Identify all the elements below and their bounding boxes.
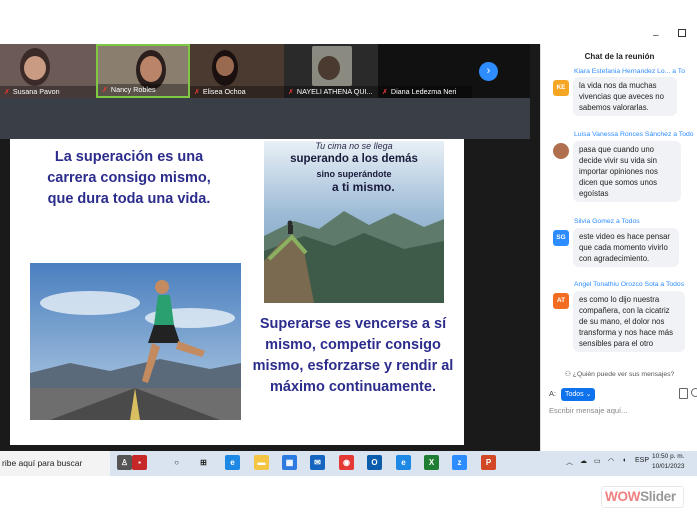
chat-sender: Kiara Estefania Hernandez Lo... a To [574,68,685,75]
participant-tile[interactable]: ✗ NAYELI ATHENA QUI... [284,44,378,98]
participant-name: Nancy Robles [110,85,156,94]
chevron-right-icon[interactable]: › [479,62,498,81]
avatar: KE [553,80,569,96]
edge-icon[interactable]: e [225,455,240,470]
chat-panel: Chat de la reunión Kiara Estefania Herna… [540,44,697,451]
participant-name: NAYELI ATHENA QUI... [296,87,373,96]
taskbar-clock[interactable]: 10:50 p. m. 10/01/2023 [652,452,685,472]
mountain-text-line3: a ti mismo. [332,180,395,194]
chat-message: la vida nos da muchas vivencias que avec… [573,77,677,116]
person-icon[interactable]: ♙ [117,455,132,470]
mail-icon[interactable]: ✉ [310,455,325,470]
shared-screen-slide: La superación es una carrera consigo mis… [10,139,464,445]
participant-tile[interactable]: ✗ Susana Pavon [0,44,96,98]
volume-icon[interactable]: ◖ [622,457,626,464]
participant-tile[interactable]: ✗ Diana Ledezma Neri [378,44,472,98]
mountain-photo: Tu cima no se llega superando a los demá… [264,141,444,303]
screen: – ✗ Susana Pavon ✗ Nancy Robles ✗ Elisea Oc… [0,0,697,522]
to-label: A: [549,389,557,398]
task-view-icon[interactable]: ○ [169,455,184,470]
participant-tile[interactable]: ✗ Elisea Ochoa [190,44,284,98]
mic-muted-icon: ✗ [194,89,200,96]
wowslider-watermark: WOWSlider [605,489,676,504]
wifi-icon[interactable]: ◠ [608,457,614,465]
store-icon[interactable]: ▦ [282,455,297,470]
widgets-icon[interactable]: ⊞ [196,455,211,470]
mountain-text-line2: sino superándote [316,169,392,179]
clock-date: 10/01/2023 [652,463,685,470]
participant-tile-active[interactable]: ✗ Nancy Robles [96,44,190,98]
chat-message: pasa que cuando uno decide vivir su vida… [573,141,681,202]
chrome-icon[interactable]: ◉ [339,455,354,470]
avatar [553,143,569,159]
minimize-icon[interactable]: – [653,30,659,41]
battery-icon[interactable]: ▭ [594,457,601,465]
tray-chevron-icon[interactable]: ︿ [566,457,573,467]
gallery-bottom-band [0,98,530,139]
folder-icon[interactable]: ▬ [254,455,269,470]
maximize-icon[interactable] [678,29,686,37]
people-icon: ⚇ [564,371,573,378]
window-titlebar: – [0,0,697,44]
cloud-icon[interactable]: ☁ [580,457,587,465]
chat-sender: Silvia Gomez a Todos [574,218,640,225]
participant-name: Elisea Ochoa [202,87,246,96]
excel-icon[interactable]: X [424,455,439,470]
recipient-select[interactable]: Todos ⌄ [561,388,595,401]
more-icon[interactable] [691,388,697,397]
participant-video-off-name: Diana Ledezma... [390,24,460,34]
mic-muted-icon: ✗ [382,89,388,96]
participant-name: Diana Ledezma Neri [390,87,457,96]
avatar: AT [553,293,569,309]
mic-muted-icon: ✗ [102,87,108,94]
chevron-down-icon: ⌄ [585,391,592,398]
avatar: SG [553,230,569,246]
chat-title: Chat de la reunión [584,52,655,61]
chat-sender: Luisa Vanessa Ronces Sánchez a Todo [574,131,694,138]
app-icon[interactable]: ▪ [132,455,147,470]
chat-message: este video es hace pensar que cada momen… [573,228,679,267]
mountain-text-line0: Tu cima no se llega [315,141,393,151]
internet-explorer-icon[interactable]: e [396,455,411,470]
participant-gallery: ✗ Susana Pavon ✗ Nancy Robles ✗ Elisea Ocho… [0,44,530,98]
who-can-see-link[interactable]: ⚇ ¿Quién puede ver sus mensajes? [541,370,697,378]
mountain-text-line1: superando a los demás [290,153,418,165]
participant-name: Susana Pavon [12,87,60,96]
slide-quote-2: Superarse es vencerse a sí mismo, compet… [252,316,454,395]
zoom-icon[interactable]: z [452,455,467,470]
powerpoint-icon[interactable]: P [481,455,496,470]
taskbar-search-input[interactable]: ribe aquí para buscar [0,451,110,476]
chat-sender: Angel Tonathiu Orozco Sota a Todos [574,281,685,288]
chat-message-input[interactable]: Escribir mensaje aquí... [549,406,627,415]
outlook-icon[interactable]: O [367,455,382,470]
mic-muted-icon: ✗ [288,89,294,96]
file-icon[interactable] [679,388,688,399]
mic-muted-icon: ✗ [4,89,10,96]
chat-message: es como lo dijo nuestra compañera, con l… [573,291,685,352]
slide-quote-1: La superación es una carrera consigo mis… [47,149,211,207]
runner-photo [30,263,241,420]
clock-time: 10:50 p. m. [652,453,685,460]
language-indicator[interactable]: ESP [635,457,649,464]
